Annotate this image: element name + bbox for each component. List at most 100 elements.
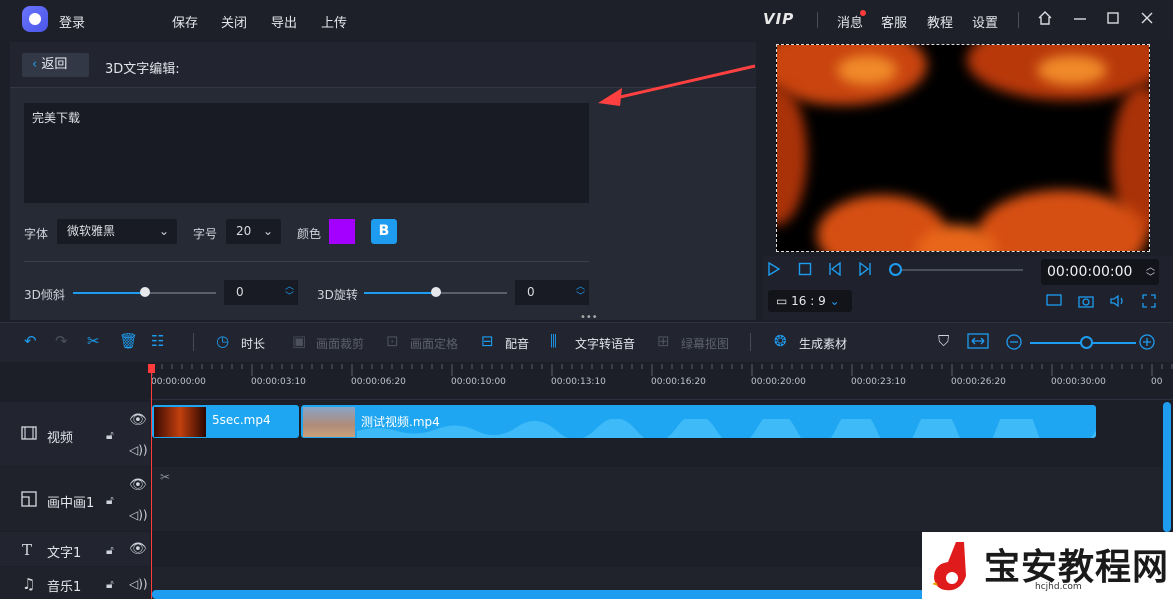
zoom-in-icon[interactable] — [1139, 334, 1155, 354]
chevron-left-icon: ‹ — [32, 57, 38, 72]
generate-button[interactable]: 生成素材 — [799, 335, 847, 352]
maximize-icon[interactable] — [1104, 10, 1122, 28]
settings-sliders-icon[interactable]: ☷ — [151, 332, 164, 350]
progress-handle[interactable] — [889, 263, 902, 276]
dub-button[interactable]: 配音 — [505, 335, 529, 352]
size-label: 字号 — [193, 227, 218, 241]
trash-icon[interactable]: 🗑 — [119, 332, 138, 350]
vip-button[interactable]: VIP — [763, 10, 794, 28]
stepper-icon[interactable]: ︿ ﹀ — [1146, 263, 1155, 283]
video-preview[interactable] — [776, 44, 1150, 252]
menu-upload[interactable]: 上传 — [321, 12, 347, 31]
menu-export[interactable]: 导出 — [271, 12, 297, 31]
unlock-icon[interactable]: 🔓︎ — [106, 577, 114, 592]
screen-icon[interactable] — [1046, 294, 1062, 312]
size-select[interactable]: 20 ⌄ — [226, 219, 281, 244]
chroma-key-icon[interactable]: ⊞ — [657, 332, 670, 350]
video-clip[interactable]: 5sec.mp4 — [152, 405, 299, 438]
close-icon[interactable] — [1138, 10, 1156, 28]
video-clip[interactable]: 测试视频.mp4 — [301, 405, 1096, 438]
eye-icon[interactable]: 👁︎ — [129, 477, 147, 493]
play-icon[interactable] — [767, 261, 781, 280]
menu-settings[interactable]: 设置 — [972, 12, 998, 31]
track-pip[interactable] — [152, 467, 1164, 531]
menu-messages[interactable]: 消息 — [837, 12, 863, 31]
undo-icon[interactable]: ↶ — [24, 332, 37, 350]
ruler-tick-label: 00:00:10:00 — [451, 377, 506, 387]
divider — [193, 333, 194, 351]
unlock-icon[interactable]: 🔓︎ — [106, 493, 114, 508]
aspect-ratio-select[interactable]: ▭ 16 : 9 ⌄ — [768, 290, 852, 312]
microphone-icon[interactable]: ⊟ — [481, 332, 494, 350]
crop-button[interactable]: 画面裁剪 — [316, 335, 364, 352]
tilt-value: 0 — [236, 285, 244, 299]
rotate-value-input[interactable]: 0 ︿ ﹀ — [515, 280, 589, 305]
fit-timeline-icon[interactable] — [967, 333, 989, 353]
fullscreen-icon[interactable] — [1142, 294, 1156, 312]
tilt-slider-handle[interactable] — [140, 287, 150, 297]
zoom-out-icon[interactable] — [1006, 334, 1022, 354]
scissors-icon[interactable]: ✂ — [87, 332, 100, 350]
unlock-icon[interactable]: 🔓︎ — [106, 428, 114, 443]
login-button[interactable]: 登录 — [59, 12, 85, 31]
rotate-slider-fill — [364, 292, 436, 294]
clip-name: 5sec.mp4 — [212, 413, 271, 427]
clock-icon[interactable]: ◷ — [216, 332, 229, 350]
track-label-video: 视频 — [47, 431, 74, 446]
chevron-down-icon: ⌄ — [829, 294, 840, 308]
color-picker[interactable] — [329, 219, 355, 244]
clip-thumbnail — [154, 407, 206, 437]
volume-icon[interactable] — [1110, 294, 1126, 312]
playhead[interactable] — [151, 366, 152, 599]
duration-button[interactable]: 时长 — [241, 335, 265, 352]
marker-icon[interactable]: ⛉ — [938, 332, 949, 350]
eye-icon[interactable]: 👁︎ — [129, 541, 147, 557]
menu-support[interactable]: 客服 — [881, 12, 907, 31]
menu-tutorial[interactable]: 教程 — [927, 12, 953, 31]
zoom-slider-handle[interactable] — [1080, 336, 1093, 349]
rotate-label: 3D旋转 — [317, 288, 358, 302]
rotate-slider-handle[interactable] — [431, 287, 441, 297]
time-display[interactable]: 00:00:00:00 ︿ ﹀ — [1041, 259, 1159, 285]
home-icon[interactable] — [1036, 10, 1054, 28]
menu-close[interactable]: 关闭 — [221, 12, 247, 31]
next-frame-icon[interactable] — [858, 261, 872, 280]
film-icon — [21, 425, 37, 445]
stepper-icon[interactable]: ︿ ﹀ — [576, 282, 585, 302]
font-select[interactable]: 微软雅黑 ⌄ — [57, 219, 177, 244]
unlock-icon[interactable]: 🔓︎ — [106, 543, 114, 558]
monitor-icon: ▭ — [776, 294, 792, 308]
stepper-icon[interactable]: ︿ ﹀ — [285, 282, 294, 302]
speaker-icon[interactable]: ◁)) — [129, 508, 148, 522]
bold-button[interactable]: B — [371, 219, 397, 244]
tts-button[interactable]: 文字转语音 — [575, 335, 635, 352]
generate-icon[interactable]: ❂ — [774, 332, 787, 350]
camera-icon[interactable] — [1078, 294, 1094, 312]
redo-icon[interactable]: ↷ — [55, 332, 68, 350]
freeze-icon[interactable]: ⊡ — [386, 332, 399, 350]
track-label-text: 文字1 — [47, 546, 82, 561]
stop-icon[interactable] — [798, 262, 812, 280]
crop-icon[interactable]: ▣ — [292, 332, 306, 350]
eye-icon[interactable]: 👁︎ — [129, 412, 147, 428]
previous-frame-icon[interactable] — [828, 261, 842, 280]
timeline-vertical-scrollbar[interactable] — [1163, 402, 1171, 532]
clip-thumbnail — [303, 407, 355, 437]
text-t-icon: T — [22, 541, 33, 559]
speaker-icon[interactable]: ◁)) — [129, 577, 148, 591]
progress-track[interactable] — [895, 269, 1023, 271]
font-label: 字体 — [24, 227, 49, 241]
text-to-speech-icon[interactable]: ⫼ — [550, 332, 557, 350]
panel-title: 3D文字编辑: — [105, 62, 180, 77]
back-button[interactable]: ‹ 返回 — [22, 53, 89, 77]
ruler-ticks — [151, 364, 1173, 376]
tilt-value-input[interactable]: 0 ︿ ﹀ — [224, 280, 298, 305]
text-input[interactable]: 完美下载 — [24, 103, 589, 203]
speaker-icon[interactable]: ◁)) — [129, 443, 148, 457]
minimize-icon[interactable] — [1071, 10, 1089, 28]
freeze-button[interactable]: 画面定格 — [410, 335, 458, 352]
tilt-slider-fill — [73, 292, 145, 294]
menu-save[interactable]: 保存 — [172, 12, 198, 31]
chroma-button[interactable]: 绿幕抠图 — [681, 335, 729, 352]
watermark-url: hcjhd.com — [1035, 582, 1082, 592]
